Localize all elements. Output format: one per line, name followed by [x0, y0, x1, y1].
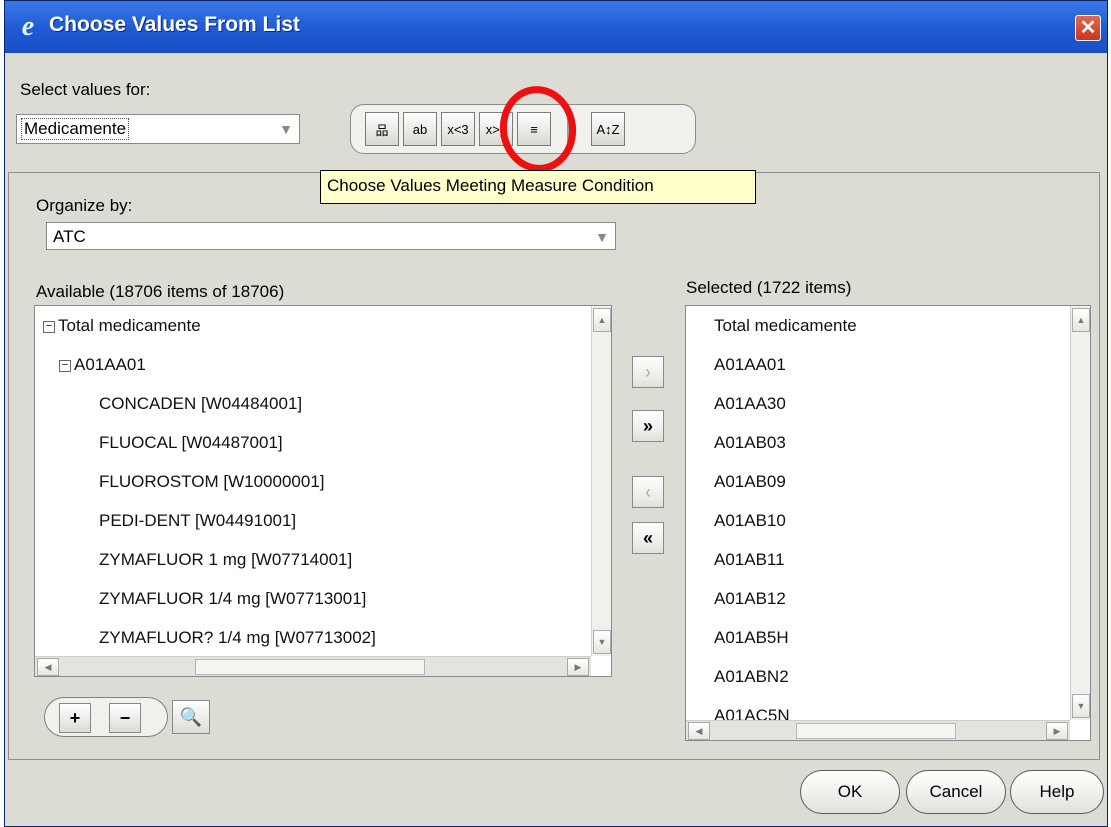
compare-icon: x<3: [447, 121, 469, 137]
hierarchy-button[interactable]: 品: [365, 112, 399, 146]
collapse-node-icon[interactable]: −: [43, 320, 55, 333]
binoculars-icon: 🔍: [179, 707, 203, 727]
scroll-thumb[interactable]: [796, 723, 956, 739]
ok-button[interactable]: OK: [800, 770, 900, 814]
available-rows: − Total medicamente − A01AA01 CONCADEN [W044…: [35, 306, 589, 657]
find-button[interactable]: 🔍: [172, 700, 210, 734]
move-all-button[interactable]: »: [632, 410, 664, 442]
title-bar[interactable]: e Choose Values From List ✕: [5, 1, 1107, 53]
chevron-down-icon: ▼: [595, 229, 609, 245]
vertical-scrollbar[interactable]: ▲ ▼: [591, 306, 611, 656]
list-item[interactable]: A01AB5H: [686, 618, 1068, 657]
scroll-right-icon[interactable]: ▶: [567, 658, 589, 676]
cancel-button[interactable]: Cancel: [906, 770, 1006, 814]
list-item[interactable]: A01AB10: [686, 501, 1068, 540]
text-condition-button[interactable]: ab: [403, 112, 437, 146]
selected-list[interactable]: Total medicamente A01AA01 A01AA30 A01AB03 A0…: [685, 305, 1091, 741]
window-title: Choose Values From List: [49, 13, 300, 36]
hierarchy-icon: 品: [375, 122, 389, 138]
list-item[interactable]: A01AB03: [686, 423, 1068, 462]
list-item[interactable]: A01AA01: [686, 345, 1068, 384]
organize-by-dropdown[interactable]: ATC ▼: [46, 222, 616, 250]
available-list[interactable]: − Total medicamente − A01AA01 CONCADEN [W044…: [34, 305, 612, 677]
scroll-thumb[interactable]: [195, 659, 425, 675]
list-item[interactable]: − Total medicamente: [35, 306, 589, 345]
scroll-down-icon[interactable]: ▼: [1072, 694, 1090, 718]
vertical-scrollbar[interactable]: ▲ ▼: [1070, 306, 1090, 720]
expand-button[interactable]: +: [59, 703, 91, 733]
organize-by-label: Organize by:: [36, 196, 133, 215]
list-item[interactable]: CONCADEN [W04484001]: [35, 384, 589, 423]
scroll-up-icon[interactable]: ▲: [1072, 308, 1090, 332]
select-values-value: Medicamente: [21, 118, 130, 140]
scroll-left-icon[interactable]: ◀: [37, 658, 59, 676]
list-item-label: ZYMAFLUOR? 1/4 mg [W07713002]: [99, 628, 376, 647]
list-item-label: ZYMAFLUOR 1/4 mg [W07713001]: [99, 589, 367, 608]
horizontal-scrollbar[interactable]: ◀ ▶: [686, 720, 1070, 740]
list-item-label: A01AA01: [74, 355, 146, 374]
close-button[interactable]: ✕: [1075, 15, 1101, 41]
tree-tools: + −: [44, 697, 168, 737]
list-item[interactable]: A01AB11: [686, 540, 1068, 579]
compare-button[interactable]: x<3: [441, 112, 475, 146]
ie-icon: e: [21, 11, 35, 42]
list-item-label: FLUOCAL [W04487001]: [99, 433, 283, 452]
scroll-down-icon[interactable]: ▼: [593, 630, 611, 654]
list-item-label: ZYMAFLUOR 1 mg [W07714001]: [99, 550, 353, 569]
tooltip: Choose Values Meeting Measure Condition: [320, 170, 756, 204]
scroll-right-icon[interactable]: ▶: [1046, 722, 1068, 740]
collapse-button[interactable]: −: [109, 703, 141, 733]
list-item[interactable]: − A01AA01: [35, 345, 589, 384]
list-item-label: Total medicamente: [58, 316, 201, 335]
list-item[interactable]: Total medicamente: [686, 306, 1068, 345]
select-values-dropdown[interactable]: Medicamente ▼: [16, 114, 300, 144]
list-item[interactable]: ZYMAFLUOR 1 mg [W07714001]: [35, 540, 589, 579]
select-values-label: Select values for:: [20, 80, 151, 99]
help-button[interactable]: Help: [1010, 770, 1104, 814]
organize-by-value: ATC: [53, 227, 86, 246]
list-item[interactable]: ZYMAFLUOR 1/4 mg [W07713001]: [35, 579, 589, 618]
text-icon: ab: [412, 121, 428, 137]
move-button[interactable]: ›: [632, 356, 664, 388]
sort-icon: A↕Z: [596, 121, 620, 137]
list-item[interactable]: A01AB09: [686, 462, 1068, 501]
collapse-node-icon[interactable]: −: [59, 359, 71, 372]
list-item[interactable]: PEDI-DENT [W04491001]: [35, 501, 589, 540]
selected-label: Selected (1722 items): [686, 278, 852, 297]
sort-button[interactable]: A↕Z: [591, 112, 625, 146]
list-item-label: FLUOROSTOM [W10000001]: [99, 472, 325, 491]
list-item[interactable]: A01AA30: [686, 384, 1068, 423]
selected-rows: Total medicamente A01AA01 A01AA30 A01AB03 A0…: [686, 306, 1068, 735]
list-item[interactable]: FLUOROSTOM [W10000001]: [35, 462, 589, 501]
list-item[interactable]: ZYMAFLUOR? 1/4 mg [W07713002]: [35, 618, 589, 657]
horizontal-scrollbar[interactable]: ◀ ▶: [35, 656, 591, 676]
remove-all-button[interactable]: «: [632, 522, 664, 554]
list-item-label: CONCADEN [W04484001]: [99, 394, 303, 413]
scroll-up-icon[interactable]: ▲: [593, 308, 611, 332]
remove-button[interactable]: ‹: [632, 476, 664, 508]
chevron-down-icon: ▼: [279, 121, 293, 137]
available-label: Available (18706 items of 18706): [36, 282, 285, 301]
list-item[interactable]: A01AB12: [686, 579, 1068, 618]
list-item[interactable]: FLUOCAL [W04487001]: [35, 423, 589, 462]
list-item[interactable]: A01ABN2: [686, 657, 1068, 696]
list-item-label: PEDI-DENT [W04491001]: [99, 511, 297, 530]
scroll-left-icon[interactable]: ◀: [688, 722, 710, 740]
